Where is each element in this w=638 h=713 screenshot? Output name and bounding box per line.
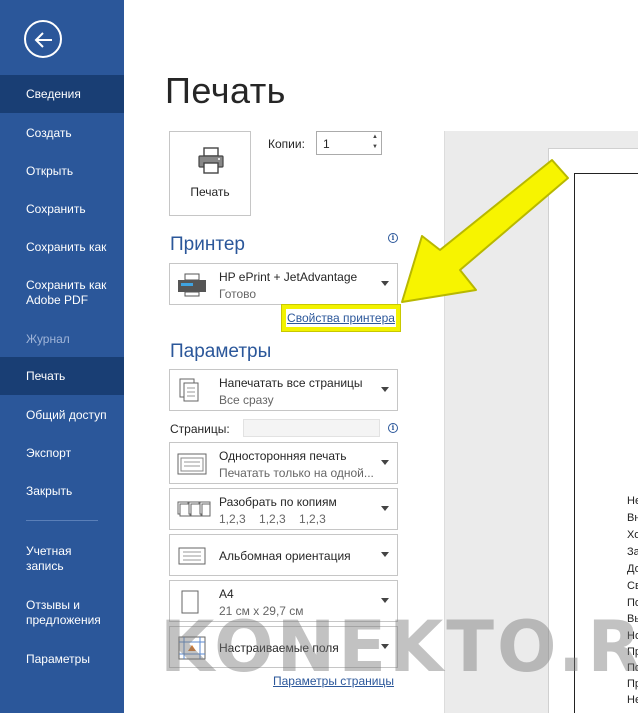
nav-history: Журнал (26, 331, 70, 346)
settings-section-title: Параметры (170, 341, 272, 362)
copies-stepper[interactable]: 1 ▲ ▼ (316, 131, 382, 155)
printer-device-icon (178, 273, 206, 297)
nav-divider (26, 520, 98, 521)
spin-up-icon[interactable]: ▲ (372, 134, 378, 140)
nav-print[interactable]: Печать (0, 357, 124, 395)
pages-input[interactable] (243, 419, 380, 437)
preview-text-line: Св (627, 580, 638, 592)
chevron-down-icon (381, 552, 389, 557)
info-icon[interactable]: i (388, 423, 398, 433)
print-range-title: Напечатать все страницы (219, 376, 363, 390)
sides-dropdown[interactable]: Односторонняя печать Печатать только на … (169, 442, 398, 484)
printer-status: Готово (219, 287, 257, 301)
preview-text-line: Вн (627, 512, 638, 524)
nav-account[interactable]: Учетная запись (0, 542, 100, 576)
chevron-down-icon (381, 460, 389, 465)
annotation-arrow-icon (401, 159, 569, 303)
landscape-icon (178, 547, 206, 565)
copies-value: 1 (323, 137, 330, 151)
preview-text-line: До (627, 563, 638, 575)
nav-new[interactable]: Создать (0, 124, 124, 142)
watermark-logo: KONEKTO.RU (160, 606, 638, 688)
nav-options[interactable]: Параметры (0, 650, 124, 668)
preview-text-line: Не (627, 694, 638, 706)
pages-stack-icon (179, 378, 199, 402)
pages-label: Страницы: (170, 422, 230, 436)
print-range-subtitle: Все сразу (219, 393, 274, 407)
chevron-down-icon (381, 598, 389, 603)
sides-subtitle: Печатать только на одной... (219, 466, 374, 480)
print-button[interactable]: Печать (169, 131, 251, 216)
collate-dropdown[interactable]: Разобрать по копиям 1,2,3 1,2,3 1,2,3 (169, 488, 398, 530)
printer-section-title: Принтер (170, 234, 245, 255)
collate-title: Разобрать по копиям (219, 495, 337, 509)
one-sided-icon (177, 453, 207, 475)
chevron-down-icon (381, 506, 389, 511)
collate-icon (177, 501, 211, 517)
nav-export[interactable]: Экспорт (0, 444, 124, 462)
nav-save[interactable]: Сохранить (0, 200, 124, 218)
paper-size-title: А4 (219, 587, 234, 601)
print-button-label: Печать (190, 185, 230, 199)
printer-name: HP ePrint + JetAdvantage (219, 270, 358, 284)
preview-text-line: За (627, 546, 638, 558)
orientation-dropdown[interactable]: Альбомная ориентация (169, 534, 398, 576)
page-title: Печать (165, 70, 286, 111)
orientation-title: Альбомная ориентация (219, 549, 351, 563)
preview-text-line: Хо (627, 529, 638, 541)
spin-down-icon[interactable]: ▼ (372, 144, 378, 150)
printer-icon (198, 147, 224, 174)
nav-feedback[interactable]: Отзывы и предложения (0, 596, 110, 630)
nav-info[interactable]: Сведения (0, 75, 124, 113)
copies-label: Копии: (268, 137, 305, 151)
preview-text-line: Не (627, 495, 638, 507)
nav-share[interactable]: Общий доступ (0, 406, 124, 424)
nav-save-as-pdf[interactable]: Сохранить как Adobe PDF (0, 276, 120, 310)
nav-save-as[interactable]: Сохранить как (0, 238, 124, 256)
chevron-down-icon (381, 387, 389, 392)
back-arrow-icon[interactable] (24, 20, 62, 58)
sides-title: Односторонняя печать (219, 449, 347, 463)
print-range-dropdown[interactable]: Напечатать все страницы Все сразу (169, 369, 398, 411)
nav-open[interactable]: Открыть (0, 162, 124, 180)
collate-subtitle: 1,2,3 1,2,3 1,2,3 (219, 512, 326, 526)
backstage-sidebar: Сведения Создать Открыть Сохранить Сохра… (0, 0, 124, 713)
nav-close[interactable]: Закрыть (0, 482, 124, 500)
printer-dropdown[interactable]: HP ePrint + JetAdvantage Готово (169, 263, 398, 305)
